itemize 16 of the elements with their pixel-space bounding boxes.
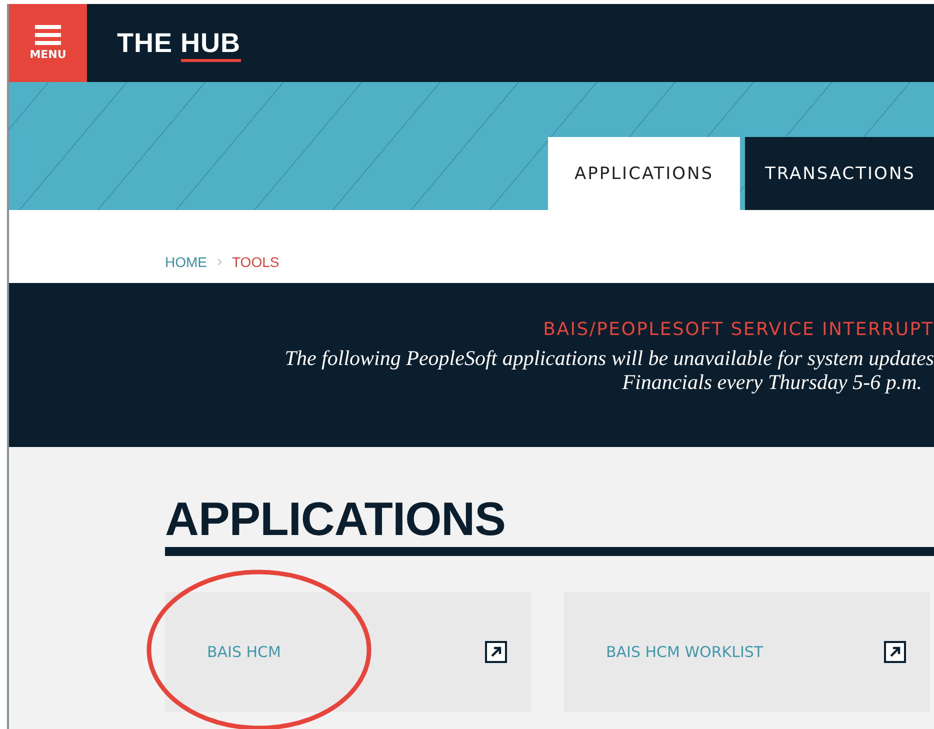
menu-button[interactable]: MENU <box>9 4 87 82</box>
breadcrumb-link[interactable]: TOOLS <box>232 254 280 270</box>
notice-title: BAIS/PEOPLESOFT SERVICE INTERRUPT <box>543 319 934 340</box>
application-link[interactable]: BAIS HCM <box>165 592 531 712</box>
nav-tab[interactable]: TRANSACTIONS <box>745 137 934 210</box>
menu-icon <box>35 25 61 45</box>
notice-text: Financials every Thursday 5-6 p.m. <box>622 370 922 394</box>
nav-tab[interactable]: APPLICATIONS <box>548 137 740 210</box>
breadcrumb-link[interactable]: HOME <box>165 254 207 270</box>
site-title: THE HUB <box>117 28 241 58</box>
chevron-icon <box>217 258 222 266</box>
section-heading: APPLICATIONS <box>165 492 506 545</box>
application-link[interactable]: BAIS HCM WORKLIST <box>564 592 930 712</box>
external-link-icon <box>884 641 906 663</box>
external-link-icon <box>485 641 507 663</box>
notice-text: The following PeopleSoft applications will be unavailable for system updates <box>284 346 934 370</box>
